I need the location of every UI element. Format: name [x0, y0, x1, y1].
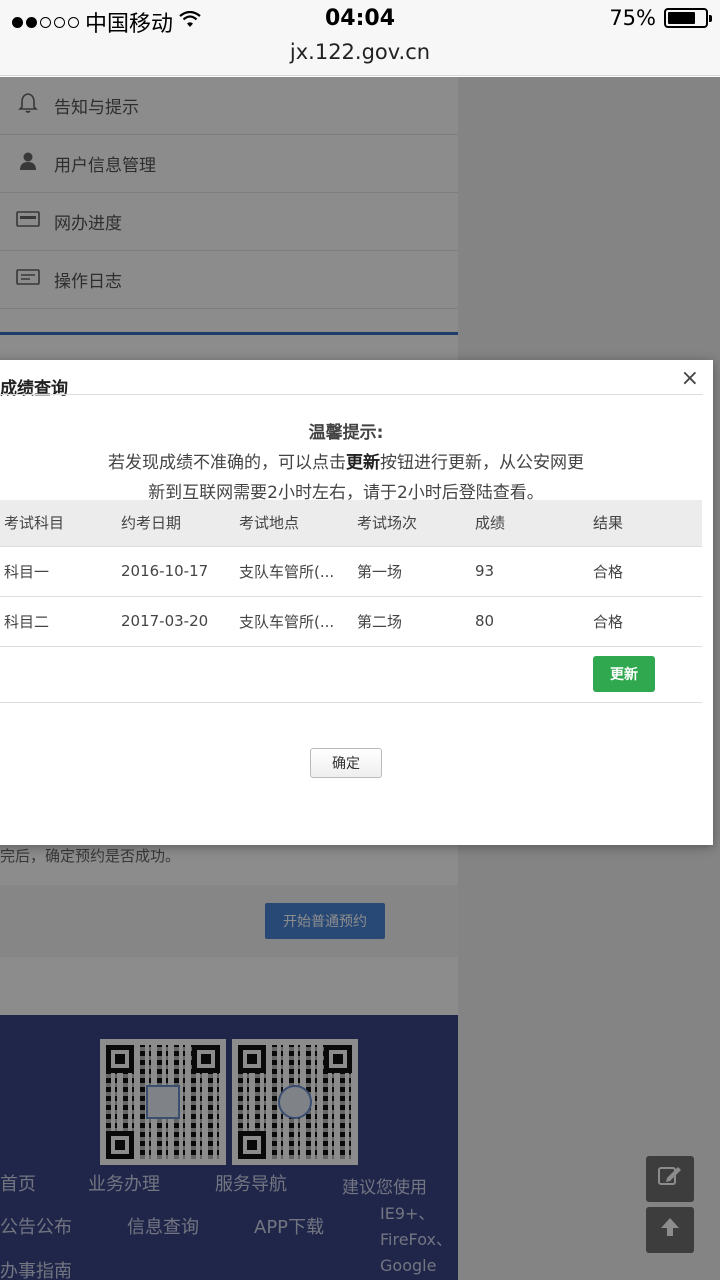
dialog-title: 成绩查询: [0, 379, 68, 399]
cell-date: 2016-10-17: [117, 545, 235, 596]
cell-score: 93: [471, 545, 589, 596]
cell-result: 合格: [589, 545, 702, 596]
table-action-row: 更新: [0, 645, 702, 703]
confirm-button[interactable]: 确定: [310, 748, 382, 778]
cell-session: 第二场: [353, 595, 471, 646]
screen: 中国移动 04:04 jx.122.gov.cn 75% 告知与提示 用户信息管理…: [0, 0, 720, 1280]
column-header: 成绩: [471, 500, 589, 546]
table-row: 科目一 2016-10-17 支队车管所(... 第一场 93 合格: [0, 545, 702, 596]
update-button[interactable]: 更新: [593, 656, 655, 692]
column-header: 结果: [589, 500, 702, 546]
empty-cell: [0, 645, 589, 703]
cell-location: 支队车管所(...: [235, 545, 353, 596]
notice-text: 按钮进行更新，从公安网更: [380, 453, 584, 473]
notice-line-1: 若发现成绩不准确的，可以点击更新按钮进行更新，从公安网更: [0, 448, 702, 473]
cell-location: 支队车管所(...: [235, 595, 353, 646]
cell-score: 80: [471, 595, 589, 646]
notice-text: 若发现成绩不准确的，可以点击: [108, 453, 346, 473]
score-query-dialog: 成绩查询 × 温馨提示: 若发现成绩不准确的，可以点击更新按钮进行更新，从公安网…: [0, 360, 713, 845]
table-header-row: 考试科目 约考日期 考试地点 考试场次 成绩 结果: [0, 500, 702, 546]
column-header: 考试科目: [0, 500, 117, 546]
column-header: 考试场次: [353, 500, 471, 546]
close-icon[interactable]: ×: [681, 366, 699, 391]
status-bar: 中国移动 04:04 jx.122.gov.cn 75%: [0, 0, 720, 76]
url-bar[interactable]: jx.122.gov.cn: [0, 40, 720, 64]
notice-title: 温馨提示:: [308, 423, 384, 443]
column-header: 考试地点: [235, 500, 353, 546]
cell-result: 合格: [589, 595, 702, 646]
cell-date: 2017-03-20: [117, 595, 235, 646]
battery-percent: 75%: [609, 6, 656, 30]
dialog-divider: [0, 394, 703, 395]
notice-bold-text: 更新: [346, 453, 380, 473]
battery-icon: [664, 8, 712, 28]
column-header: 约考日期: [117, 500, 235, 546]
cell-session: 第一场: [353, 545, 471, 596]
score-table: 考试科目 约考日期 考试地点 考试场次 成绩 结果 科目一 2016-10-17…: [0, 500, 702, 703]
table-row: 科目二 2017-03-20 支队车管所(... 第二场 80 合格: [0, 595, 702, 646]
action-cell: 更新: [589, 645, 702, 703]
cell-subject: 科目二: [0, 595, 117, 646]
battery-info: 75%: [609, 6, 712, 30]
cell-subject: 科目一: [0, 545, 117, 596]
